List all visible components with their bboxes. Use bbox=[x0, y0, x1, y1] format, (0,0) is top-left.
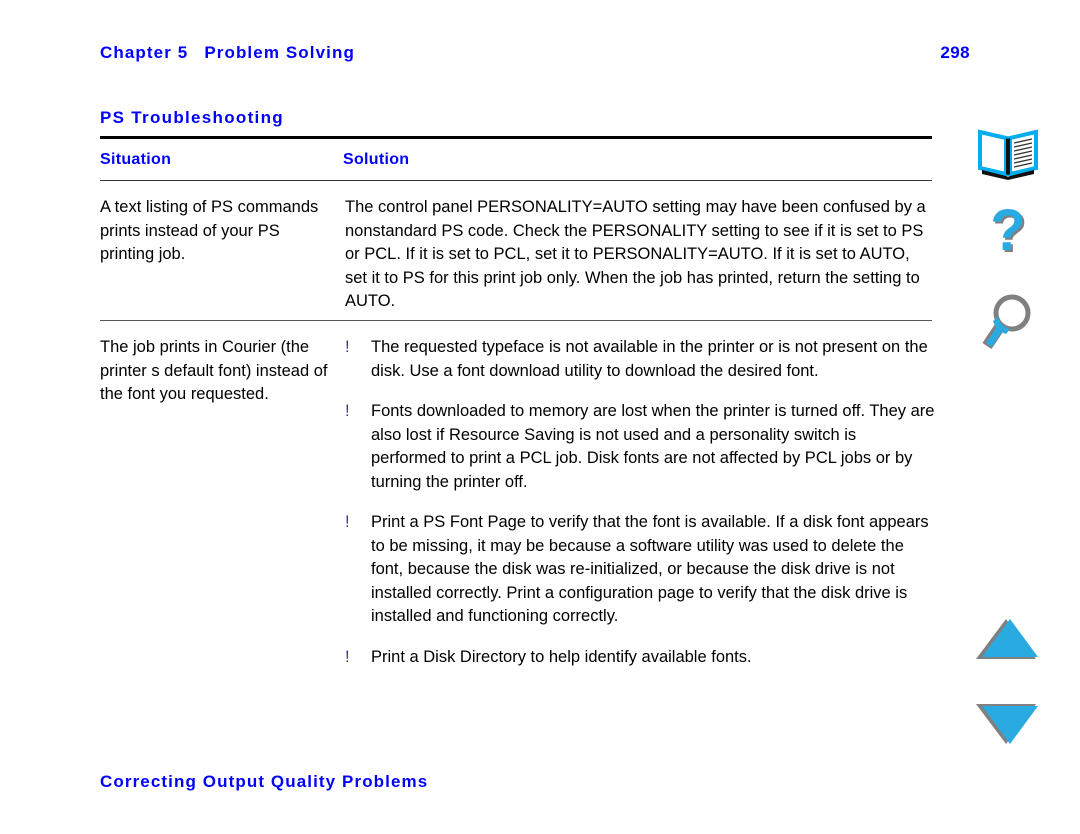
section-title: PS Troubleshooting bbox=[100, 108, 284, 127]
bullet-glyph-icon: ! bbox=[345, 647, 350, 666]
document-page: Chapter 5 Problem Solving 298 PS Troubles… bbox=[0, 0, 1080, 834]
solution-bullet-list: ! The requested typeface is not availabl… bbox=[345, 336, 935, 669]
situation-text: A text listing of PS commands prints ins… bbox=[100, 198, 319, 263]
chapter-title: Problem Solving bbox=[204, 43, 355, 62]
list-item-text: Print a Disk Directory to help identify … bbox=[371, 647, 752, 666]
column-header-solution: Solution bbox=[343, 151, 410, 168]
table-header-rule bbox=[100, 180, 932, 181]
table-row-divider bbox=[100, 320, 932, 321]
situation-text: The job prints in Courier (the printer s… bbox=[100, 338, 328, 403]
bullet-glyph-icon: ! bbox=[345, 513, 350, 531]
triangle-down-icon[interactable] bbox=[972, 700, 1044, 748]
table-header-row: Situation Solution bbox=[100, 151, 932, 175]
list-item: ! Fonts downloaded to memory are lost wh… bbox=[345, 400, 935, 494]
list-item-text: Fonts downloaded to memory are lost when… bbox=[371, 402, 935, 491]
chapter-heading: Chapter 5 Problem Solving bbox=[100, 43, 355, 63]
navigation-sidebar: ? ? bbox=[960, 0, 1070, 834]
solution-cell: ! The requested typeface is not availabl… bbox=[345, 336, 935, 669]
list-item-text: The requested typeface is not available … bbox=[371, 338, 928, 380]
list-item: ! The requested typeface is not availabl… bbox=[345, 336, 935, 383]
bullet-glyph-icon: ! bbox=[345, 338, 350, 356]
book-icon[interactable] bbox=[972, 118, 1044, 190]
situation-cell: A text listing of PS commands prints ins… bbox=[100, 196, 332, 267]
bullet-glyph-icon: ! bbox=[345, 402, 350, 420]
magnifier-icon[interactable] bbox=[972, 288, 1044, 360]
next-section-title: Correcting Output Quality Problems bbox=[100, 772, 429, 791]
svg-text:?: ? bbox=[990, 198, 1025, 263]
triangle-up-icon[interactable] bbox=[972, 615, 1044, 663]
list-item-text: Print a PS Font Page to verify that the … bbox=[371, 513, 929, 625]
table-top-rule bbox=[100, 136, 932, 139]
column-header-situation: Situation bbox=[100, 151, 172, 168]
running-header: Chapter 5 Problem Solving 298 bbox=[100, 43, 970, 63]
chapter-label: Chapter 5 bbox=[100, 43, 189, 62]
question-mark-icon[interactable]: ? ? bbox=[972, 198, 1044, 270]
list-item: ! Print a Disk Directory to help identif… bbox=[345, 646, 935, 670]
solution-cell: The control panel PERSONALITY=AUTO setti… bbox=[345, 196, 935, 314]
situation-cell: The job prints in Courier (the printer s… bbox=[100, 336, 332, 407]
solution-paragraph: The control panel PERSONALITY=AUTO setti… bbox=[345, 198, 926, 310]
list-item: ! Print a PS Font Page to verify that th… bbox=[345, 511, 935, 629]
